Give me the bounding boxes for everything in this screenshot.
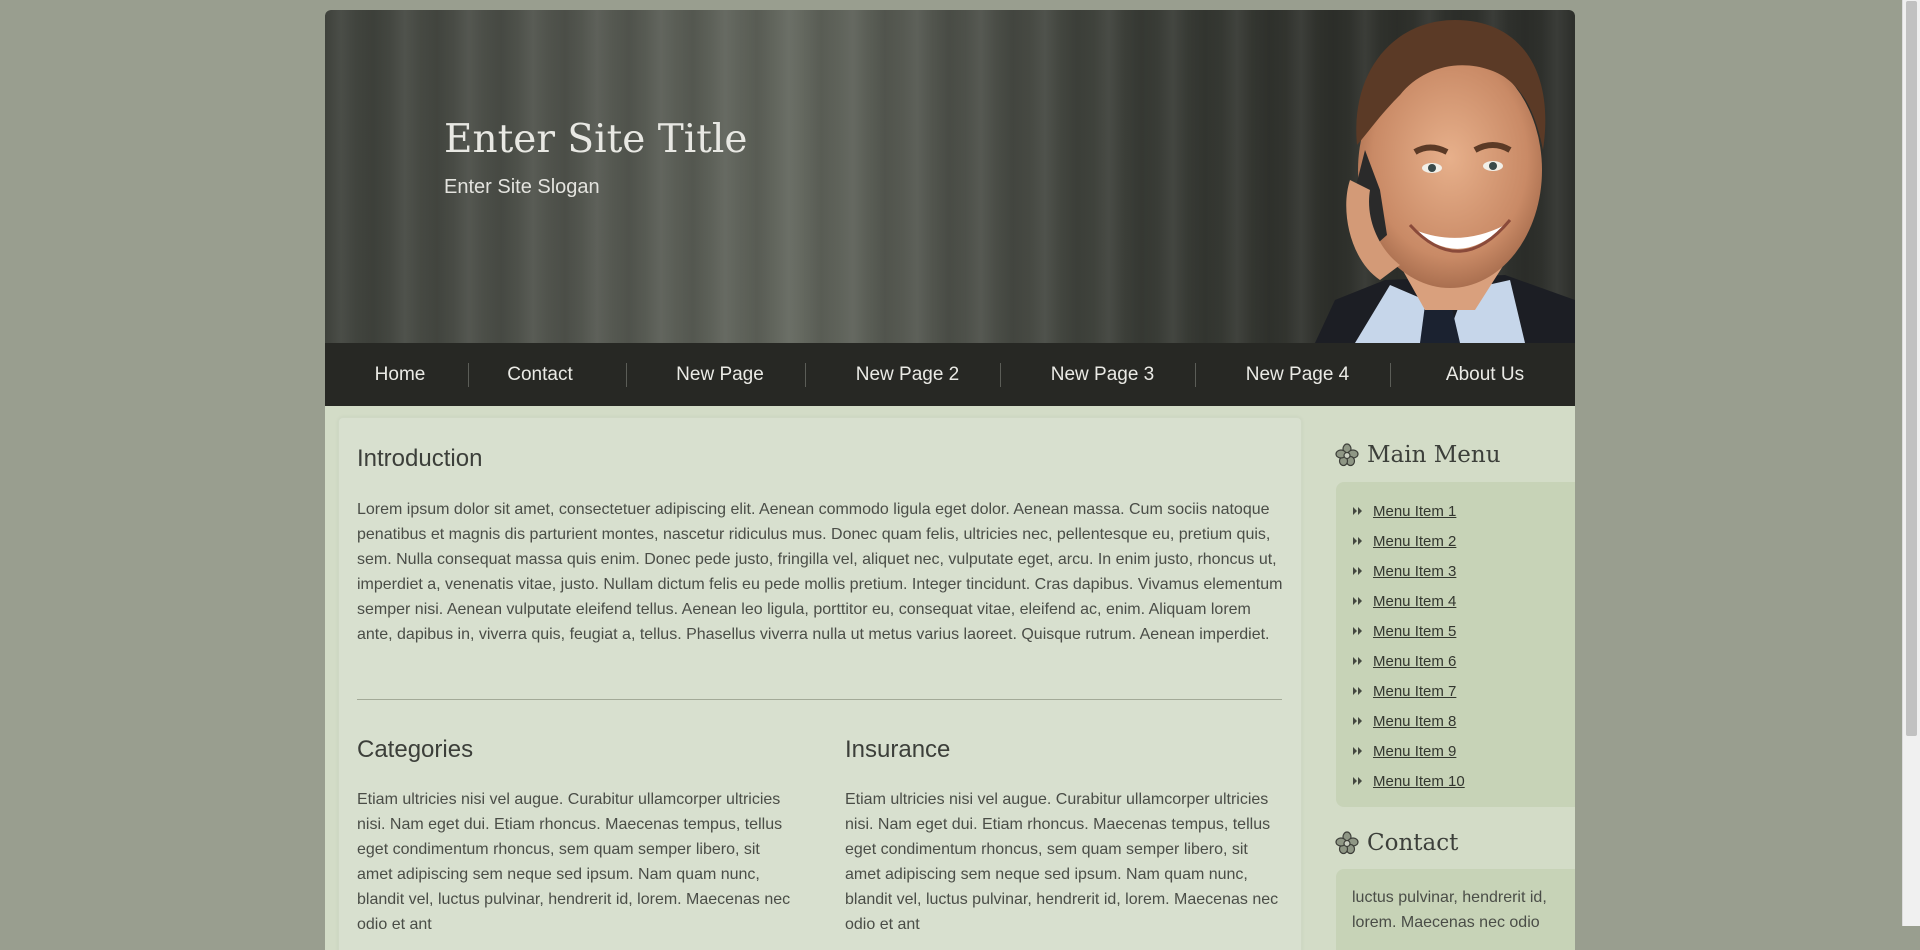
menu-item-6[interactable]: Menu Item 6 [1352,651,1456,671]
menu-item-label: Menu Item 4 [1373,592,1457,610]
menu-item-4[interactable]: Menu Item 4 [1352,591,1456,611]
menu-item-label: Menu Item 1 [1373,502,1457,520]
menu-item-label: Menu Item 10 [1373,772,1465,790]
nav-divider [1390,363,1391,387]
site-title[interactable]: Enter Site Title [444,117,747,162]
double-arrow-icon [1353,597,1362,605]
menu-item-1[interactable]: Menu Item 1 [1352,501,1456,521]
double-arrow-icon [1353,717,1362,725]
nav-item-new-page[interactable]: New Page [650,343,790,406]
double-arrow-icon [1353,627,1362,635]
menu-item-5[interactable]: Menu Item 5 [1352,621,1456,641]
nav-item-new-page-3[interactable]: New Page 3 [1025,343,1180,406]
main-menu-panel: Menu Item 1 Menu Item 2 Menu Item 3 Menu… [1336,482,1575,807]
double-arrow-icon [1353,507,1362,515]
menu-item-3[interactable]: Menu Item 3 [1352,561,1456,581]
main-navigation: Home Contact New Page New Page 2 New Pag… [325,343,1575,406]
site-slogan: Enter Site Slogan [444,176,600,198]
flower-icon [1335,831,1359,855]
menu-item-label: Menu Item 9 [1373,742,1457,760]
nav-divider [626,363,627,387]
vertical-scrollbar[interactable] [1902,0,1920,926]
nav-divider [468,363,469,387]
double-arrow-icon [1353,657,1362,665]
nav-item-new-page-2[interactable]: New Page 2 [830,343,985,406]
nav-divider [1000,363,1001,387]
site-header: Enter Site Title Enter Site Slogan [325,10,1575,343]
double-arrow-icon [1353,747,1362,755]
double-arrow-icon [1353,567,1362,575]
menu-item-label: Menu Item 3 [1373,562,1457,580]
main-menu-title: Main Menu [1367,442,1501,468]
insurance-heading: Insurance [845,736,951,763]
menu-item-2[interactable]: Menu Item 2 [1352,531,1456,551]
nav-item-contact[interactable]: Contact [490,343,590,406]
menu-item-10[interactable]: Menu Item 10 [1352,771,1465,791]
menu-item-label: Menu Item 6 [1373,652,1457,670]
introduction-heading: Introduction [357,445,483,472]
categories-heading: Categories [357,736,474,763]
nav-divider [1195,363,1196,387]
contact-title: Contact [1367,830,1459,856]
nav-item-home[interactable]: Home [350,343,450,406]
introduction-text: Lorem ipsum dolor sit amet, consectetuer… [357,501,1283,643]
insurance-text: Etiam ultricies nisi vel augue. Curabitu… [845,791,1279,933]
menu-item-7[interactable]: Menu Item 7 [1352,681,1456,701]
nav-divider [805,363,806,387]
double-arrow-icon [1353,537,1362,545]
categories-text: Etiam ultricies nisi vel augue. Curabitu… [357,791,791,933]
flower-icon [1335,443,1359,467]
contact-heading: Contact [1335,830,1458,856]
menu-item-9[interactable]: Menu Item 9 [1352,741,1456,761]
main-content: Introduction Lorem ipsum dolor sit amet,… [338,417,1302,950]
menu-item-label: Menu Item 2 [1373,532,1457,550]
contact-panel: luctus pulvinar, hendrerit id, lorem. Ma… [1336,869,1575,950]
nav-item-new-page-4[interactable]: New Page 4 [1220,343,1375,406]
double-arrow-icon [1353,777,1362,785]
page-wrapper: Enter Site Title Enter Site Slogan Home … [325,10,1575,950]
menu-item-label: Menu Item 7 [1373,682,1457,700]
menu-item-label: Menu Item 8 [1373,712,1457,730]
menu-item-label: Menu Item 5 [1373,622,1457,640]
menu-item-8[interactable]: Menu Item 8 [1352,711,1456,731]
nav-item-about-us[interactable]: About Us [1415,343,1555,406]
header-portrait-image [1315,20,1575,343]
section-divider [357,699,1282,700]
scrollbar-thumb[interactable] [1906,1,1917,736]
contact-text: luctus pulvinar, hendrerit id, lorem. Ma… [1352,889,1547,931]
double-arrow-icon [1353,687,1362,695]
main-menu-heading: Main Menu [1335,442,1501,468]
